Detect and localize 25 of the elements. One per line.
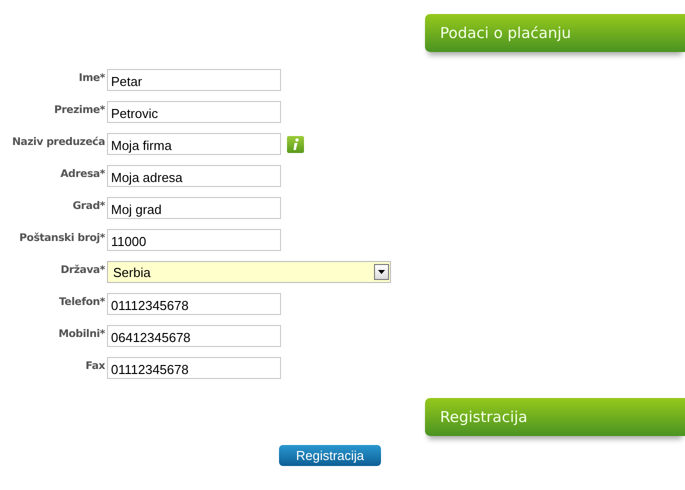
field-label: Naziv preduzeća <box>11 135 106 148</box>
text-field[interactable]: Moj grad <box>107 197 281 219</box>
text-field[interactable]: Moja firma <box>107 133 281 155</box>
field-label: Prezime* <box>53 103 106 116</box>
text-field[interactable]: Petrovic <box>107 101 281 123</box>
text-field[interactable]: Petar <box>107 69 281 91</box>
field-label: Ime* <box>78 71 106 84</box>
text-field[interactable]: 01112345678 <box>107 357 281 379</box>
field-label: Poštanski broj* <box>18 231 106 244</box>
info-icon[interactable] <box>287 136 304 152</box>
text-field[interactable]: 01112345678 <box>107 293 281 315</box>
field-label: Grad* <box>72 199 106 212</box>
field-label: Adresa* <box>59 167 106 180</box>
field-label: Fax <box>84 359 106 372</box>
field-label: Mobilni* <box>57 327 106 340</box>
section-header: Registracija <box>425 398 685 436</box>
section-header: Podaci o plaćanju <box>425 14 685 52</box>
caret-icon <box>374 264 389 280</box>
field-label: Telefon* <box>58 295 106 308</box>
text-field[interactable]: 06412345678 <box>107 325 281 347</box>
text-field[interactable]: Moja adresa <box>107 165 281 187</box>
field-label: Država* <box>60 263 106 276</box>
country-dropdown[interactable]: Serbia <box>107 261 391 283</box>
registration-button[interactable]: Registracija <box>279 445 381 466</box>
text-field[interactable]: 11000 <box>107 229 281 251</box>
